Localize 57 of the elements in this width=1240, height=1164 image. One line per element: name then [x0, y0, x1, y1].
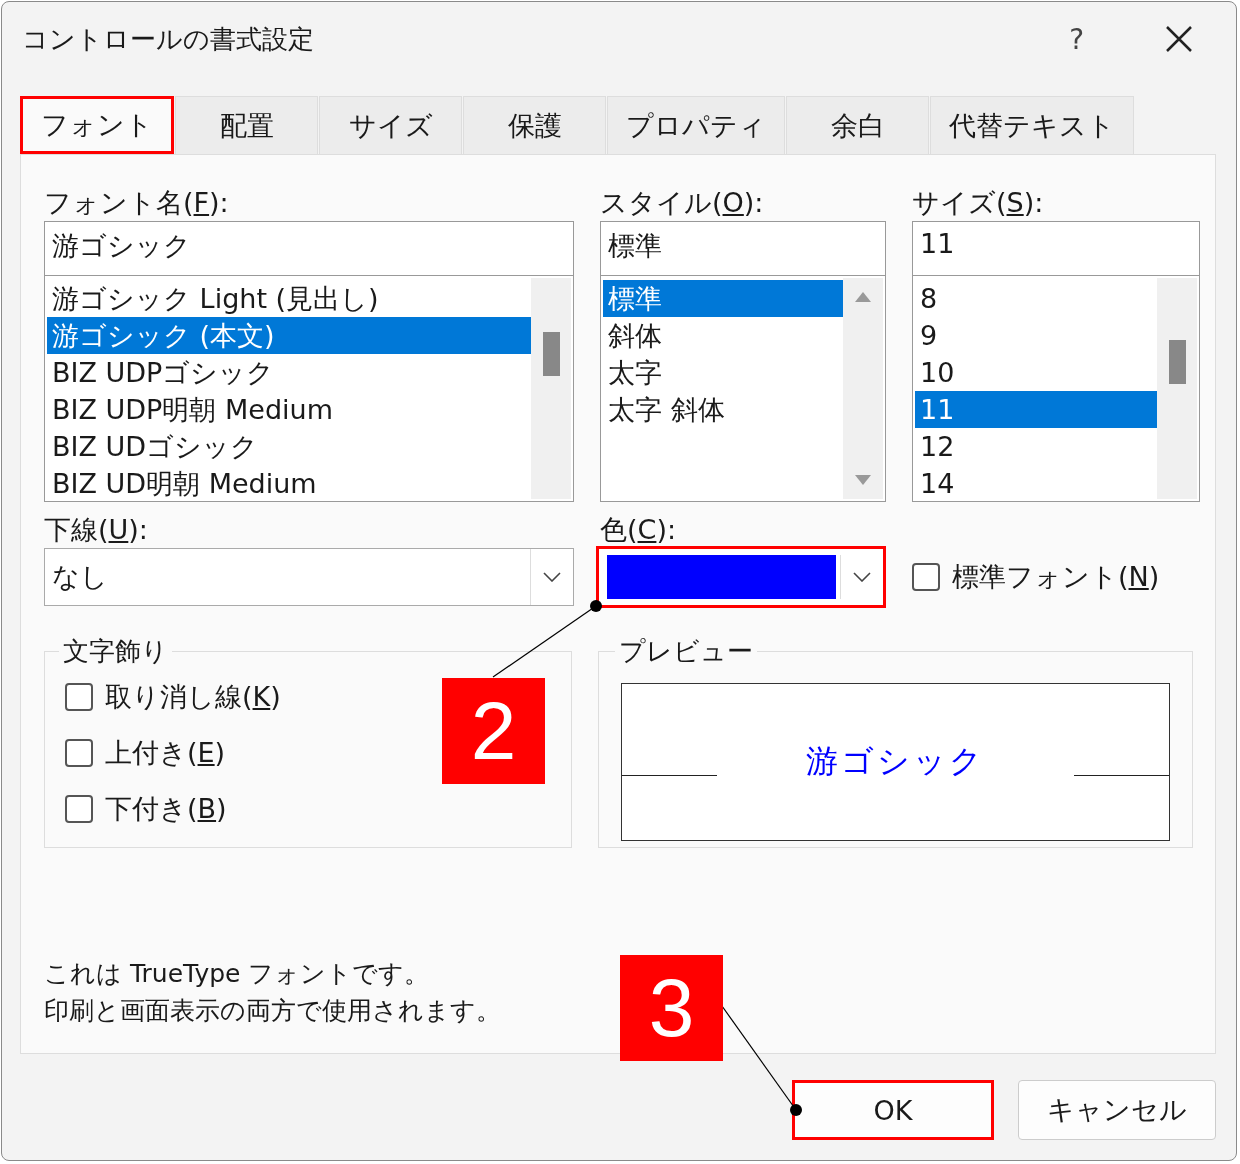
checkbox[interactable] — [65, 683, 93, 711]
chevron-down-icon — [853, 572, 871, 582]
text-field[interactable]: 游ゴシック — [44, 221, 574, 276]
field-label: サイズ(S): — [912, 186, 1045, 220]
group-title: 文字飾り — [62, 635, 169, 668]
list-item[interactable]: 標準 — [603, 280, 843, 317]
list-item[interactable]: 太字 斜体 — [603, 391, 843, 428]
callout-number: 2 — [442, 678, 545, 784]
checkbox-label[interactable]: 上付き(E) — [105, 735, 226, 771]
list-item[interactable]: BIZ UDP明朝 Medium — [47, 391, 531, 428]
underline-dropdown[interactable]: なし — [44, 548, 574, 606]
list-item[interactable]: 斜体 — [603, 317, 843, 354]
color-dropdown[interactable] — [596, 546, 886, 608]
field-label: スタイル(O): — [600, 186, 765, 220]
tab[interactable]: 代替テキスト — [930, 96, 1134, 154]
ok-button[interactable]: OK — [792, 1080, 994, 1140]
tab[interactable]: フォント — [20, 96, 174, 154]
tab[interactable]: プロパティ — [607, 96, 785, 154]
close-icon[interactable] — [1166, 26, 1192, 52]
list-item[interactable]: BIZ UDPゴシック — [47, 354, 531, 391]
window-title: コントロールの書式設定 — [22, 22, 315, 56]
list-item[interactable]: BIZ UDゴシック — [47, 428, 531, 465]
tab[interactable]: 配置 — [175, 96, 318, 154]
checkbox[interactable] — [65, 739, 93, 767]
checkbox[interactable] — [65, 795, 93, 823]
list-item[interactable]: 12 — [915, 428, 1157, 465]
list-item[interactable]: 8 — [915, 280, 1157, 317]
list-item[interactable]: BIZ UD明朝 Medium — [47, 465, 531, 502]
tab[interactable]: 保護 — [463, 96, 606, 154]
text-field[interactable]: 11 — [912, 221, 1200, 276]
scrollbar[interactable] — [531, 278, 571, 499]
callout-number: 3 — [620, 955, 723, 1061]
tab[interactable]: サイズ — [319, 96, 462, 154]
field-label: 色(C): — [600, 513, 678, 547]
text-field[interactable]: 標準 — [600, 221, 886, 276]
tab[interactable]: 余白 — [786, 96, 929, 154]
checkbox-label[interactable]: 標準フォント(N) — [952, 559, 1160, 595]
checkbox[interactable] — [912, 563, 940, 591]
checkbox-label[interactable]: 取り消し線(K) — [105, 679, 281, 715]
list-item[interactable]: 14 — [915, 465, 1157, 502]
help-button[interactable]: ? — [1069, 22, 1084, 56]
checkbox-label[interactable]: 下付き(B) — [105, 791, 227, 827]
info-text: これは TrueType フォントです。 — [44, 958, 430, 990]
list-item[interactable]: 9 — [915, 317, 1157, 354]
chevron-down-icon — [543, 572, 561, 582]
list-item[interactable]: 10 — [915, 354, 1157, 391]
field-label: フォント名(F): — [44, 186, 230, 220]
list-item[interactable]: 游ゴシック (本文) — [47, 317, 531, 354]
info-text: 印刷と画面表示の両方で使用されます。 — [44, 995, 501, 1027]
scrollbar[interactable] — [1157, 278, 1197, 499]
preview-text: 游ゴシック — [804, 741, 986, 782]
field-label: 下線(U): — [44, 513, 149, 547]
list-item[interactable]: 游ゴシック Light (見出し) — [47, 280, 531, 317]
list-item[interactable]: 11 — [915, 391, 1157, 428]
list-item[interactable]: 太字 — [603, 354, 843, 391]
group-title: プレビュー — [617, 635, 754, 668]
cancel-button[interactable]: キャンセル — [1018, 1080, 1216, 1140]
